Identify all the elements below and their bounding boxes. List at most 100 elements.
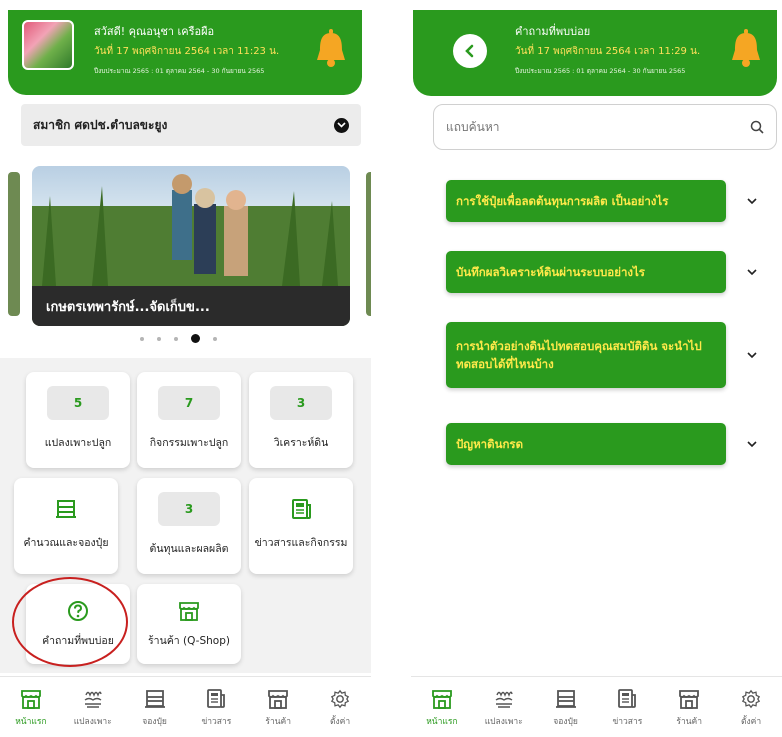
nav-news-label: ข่าวสาร xyxy=(201,717,232,727)
home-shop-icon xyxy=(21,690,41,709)
carousel-dot[interactable] xyxy=(213,336,217,341)
shop-icon xyxy=(679,690,700,709)
nav-shop-label: ร้านค้า xyxy=(265,717,292,727)
soil-analysis-label: วิเคราะห์ดิน xyxy=(273,437,329,449)
nav-fertilizer[interactable]: จองปุ๋ย xyxy=(536,689,596,728)
nav-settings[interactable]: ตั้งค่า xyxy=(310,689,370,728)
card-activities[interactable]: 7 กิจกรรมเพาะปลูก xyxy=(137,372,241,468)
nav-news-label: ข่าวสาร xyxy=(612,717,643,727)
member-select-label: สมาชิก ศดปช.ตำบลขะยูง xyxy=(33,117,168,132)
carousel-slide[interactable]: เกษตรเทพารักษ์...จัดเก็บข... xyxy=(32,166,350,326)
card-fertilizer[interactable]: คำนวณและจองปุ๋ย xyxy=(14,478,118,574)
nav-shop[interactable]: ร้านค้า xyxy=(659,689,719,728)
plots-count: 5 xyxy=(47,386,109,420)
home-header: สวัสดี! คุณอนุชา เครือผือ วันที่ 17 พฤศจ… xyxy=(8,10,362,95)
nav-news[interactable]: ข่าวสาร xyxy=(186,689,246,728)
search-bar[interactable] xyxy=(433,104,777,150)
bottom-nav: หน้าแรก แปลงเพาะ จองปุ๋ย ข่าวสาร ร้านค้า… xyxy=(0,676,371,737)
nav-plots[interactable]: แปลงเพาะ xyxy=(63,689,123,728)
plant-icon xyxy=(495,691,513,708)
faq-item[interactable]: ปัญหาดินกรด xyxy=(446,423,726,465)
budget-year: ปีงบประมาณ 2565 : 01 ตุลาคม 2564 - 30 กั… xyxy=(94,67,265,75)
fertilizer-icon xyxy=(555,690,576,708)
chevron-left-icon xyxy=(465,44,474,58)
nav-plots-label: แปลงเพาะ xyxy=(484,717,523,727)
carousel-dot[interactable] xyxy=(140,336,144,341)
current-date: วันที่ 17 พฤศจิกายน 2564 เวลา 11:29 น. xyxy=(515,46,701,57)
cost-yield-label: ต้นทุนและผลผลิต xyxy=(149,543,229,555)
news-carousel[interactable]: เกษตรเทพารักษ์...จัดเก็บข... xyxy=(0,166,371,326)
bell-icon[interactable] xyxy=(314,28,348,68)
highlight-circle xyxy=(12,577,128,667)
faq-item[interactable]: การนำตัวอย่างดินไปทดสอบคุณสมบัติดิน จะนำ… xyxy=(446,322,726,388)
chevron-down-icon[interactable] xyxy=(746,266,758,278)
fertilizer-icon xyxy=(56,500,76,518)
nav-shop-label: ร้านค้า xyxy=(676,717,703,727)
nav-settings-label: ตั้งค่า xyxy=(740,717,762,727)
news-icon xyxy=(207,689,226,708)
chevron-down-icon[interactable] xyxy=(746,349,758,361)
shop-icon xyxy=(268,690,289,709)
nav-home[interactable]: หน้าแรก xyxy=(412,689,472,728)
carousel-next-slide[interactable] xyxy=(366,172,371,316)
plots-label: แปลงเพาะปลูก xyxy=(44,437,112,449)
shop-label: ร้านค้า (Q-Shop) xyxy=(148,635,230,647)
budget-year: ปีงบประมาณ 2565 : 01 ตุลาคม 2564 - 30 กั… xyxy=(515,67,686,75)
bottom-nav: หน้าแรก แปลงเพาะ จองปุ๋ย ข่าวสาร ร้านค้า… xyxy=(411,676,782,737)
faq-screen: คำถามที่พบบ่อย วันที่ 17 พฤศจิกายน 2564 … xyxy=(411,0,782,737)
nav-home-label: หน้าแรก xyxy=(426,717,458,727)
nav-plots[interactable]: แปลงเพาะ xyxy=(474,689,534,728)
nav-fertilizer-label: จองปุ๋ย xyxy=(553,717,578,727)
news-icon xyxy=(618,689,637,708)
news-label: ข่าวสารและกิจกรรม xyxy=(254,537,348,549)
card-plots[interactable]: 5 แปลงเพาะปลูก xyxy=(26,372,130,468)
chevron-down-icon[interactable] xyxy=(746,195,758,207)
soil-analysis-count: 3 xyxy=(270,386,332,420)
home-shop-icon xyxy=(432,690,452,709)
nav-settings-label: ตั้งค่า xyxy=(329,717,351,727)
home-screen: สวัสดี! คุณอนุชา เครือผือ วันที่ 17 พฤศจ… xyxy=(0,0,371,737)
nav-fertilizer-label: จองปุ๋ย xyxy=(142,717,167,727)
gear-icon xyxy=(741,689,761,709)
fertilizer-label: คำนวณและจองปุ๋ย xyxy=(23,537,109,549)
faq-title: คำถามที่พบบ่อย xyxy=(515,25,591,38)
avatar[interactable] xyxy=(22,20,74,70)
carousel-dot[interactable] xyxy=(174,336,178,341)
activities-label: กิจกรรมเพาะปลูก xyxy=(149,437,229,449)
card-cost-yield[interactable]: 3 ต้นทุนและผลผลิต xyxy=(137,478,241,574)
search-input[interactable] xyxy=(446,120,750,134)
fertilizer-icon xyxy=(144,690,165,708)
plant-icon xyxy=(84,691,102,708)
chevron-down-icon xyxy=(334,117,349,133)
carousel-dot-active[interactable] xyxy=(191,334,200,343)
faq-item[interactable]: บันทึกผลวิเคราะห์ดินผ่านระบบอย่างไร xyxy=(446,251,726,293)
nav-news[interactable]: ข่าวสาร xyxy=(597,689,657,728)
nav-shop[interactable]: ร้านค้า xyxy=(248,689,308,728)
news-icon xyxy=(292,499,311,519)
search-icon[interactable] xyxy=(750,120,764,134)
greeting: สวัสดี! คุณอนุชา เครือผือ xyxy=(94,25,215,38)
back-button[interactable] xyxy=(453,34,487,68)
current-date: วันที่ 17 พฤศจิกายน 2564 เวลา 11:23 น. xyxy=(94,46,280,57)
carousel-dot[interactable] xyxy=(157,336,161,341)
carousel-dots xyxy=(140,334,217,343)
faq-item[interactable]: การใช้ปุ๋ยเพื่อลดต้นทุนการผลิต เป็นอย่าง… xyxy=(446,180,726,222)
bell-icon[interactable] xyxy=(729,28,763,68)
carousel-prev-slide[interactable] xyxy=(8,172,20,316)
nav-settings[interactable]: ตั้งค่า xyxy=(721,689,781,728)
card-news[interactable]: ข่าวสารและกิจกรรม xyxy=(249,478,353,574)
activities-count: 7 xyxy=(158,386,220,420)
nav-plots-label: แปลงเพาะ xyxy=(73,717,112,727)
carousel-caption: เกษตรเทพารักษ์...จัดเก็บข... xyxy=(32,286,350,326)
faq-header: คำถามที่พบบ่อย วันที่ 17 พฤศจิกายน 2564 … xyxy=(413,10,777,96)
gear-icon xyxy=(330,689,350,709)
card-shop[interactable]: ร้านค้า (Q-Shop) xyxy=(137,584,241,664)
cost-yield-count: 3 xyxy=(158,492,220,526)
member-select[interactable]: สมาชิก ศดปช.ตำบลขะยูง xyxy=(21,104,361,146)
shop-icon xyxy=(179,602,199,621)
card-soil-analysis[interactable]: 3 วิเคราะห์ดิน xyxy=(249,372,353,468)
carousel-photo xyxy=(32,174,350,286)
nav-home[interactable]: หน้าแรก xyxy=(1,689,61,728)
chevron-down-icon[interactable] xyxy=(746,438,758,450)
nav-fertilizer[interactable]: จองปุ๋ย xyxy=(125,689,185,728)
